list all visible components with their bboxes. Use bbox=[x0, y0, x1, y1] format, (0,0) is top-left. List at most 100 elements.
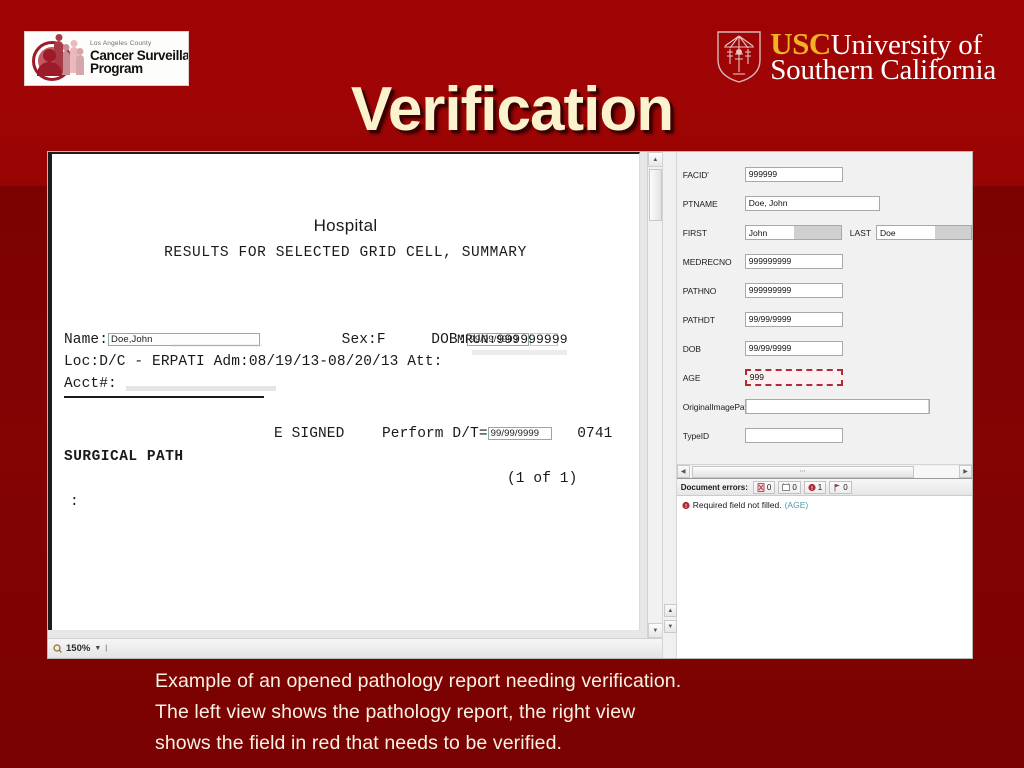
document-vertical-scrollbar[interactable]: ▲ ▼ bbox=[646, 152, 662, 638]
first-label: FIRST bbox=[682, 227, 707, 238]
form-row-dob: DOB 99/99/9999 bbox=[683, 334, 972, 363]
facid-input[interactable]: 999999 bbox=[744, 167, 843, 182]
form-row-first-last: FIRST John LAST Doe bbox=[683, 218, 972, 247]
flag-icon bbox=[834, 483, 841, 491]
index-form-pane: FACID' 999999 PTNAME Doe, John FIRST Joh… bbox=[676, 152, 972, 658]
svg-text:!: ! bbox=[685, 504, 687, 510]
document-viewer-pane: Hospital RESULTS FOR SELECTED GRID CELL,… bbox=[48, 152, 662, 658]
page-title: Verification bbox=[350, 75, 674, 144]
typeid-label: TypeID bbox=[682, 430, 710, 441]
counter-flag-count: 0 bbox=[843, 482, 848, 492]
report-name-label: Name: bbox=[64, 332, 109, 348]
caption-line-2: The left view shows the pathology report… bbox=[155, 701, 636, 723]
pane-splitter[interactable]: ▲ ▼ bbox=[661, 152, 677, 658]
csp-title-text: Cancer Surveillance bbox=[90, 47, 189, 63]
report-sex-label: Sex:F bbox=[341, 332, 386, 348]
first-input[interactable]: John bbox=[744, 225, 842, 240]
form-row-pathdt: PATHDT 99/99/9999 bbox=[683, 305, 972, 334]
counter-deleted-count: 0 bbox=[766, 482, 772, 492]
error-message: Required field not filled. bbox=[692, 500, 782, 510]
scroll-right-icon[interactable]: ▶ bbox=[959, 465, 972, 478]
original-image-path-label: OriginalImagePath bbox=[682, 401, 752, 412]
splitter-up-icon[interactable]: ▲ bbox=[663, 604, 677, 617]
pathdt-label: PATHDT bbox=[682, 314, 715, 325]
report-colon: : bbox=[70, 494, 79, 510]
scrollbar-thumb[interactable] bbox=[648, 169, 662, 221]
last-value: Doe bbox=[877, 226, 935, 239]
pathdt-input[interactable]: 99/99/9999 bbox=[744, 312, 843, 327]
form-row-medrecno: MEDRECNO 999999999 bbox=[683, 247, 972, 276]
csp-county-text: Los Angeles County bbox=[90, 40, 152, 48]
age-input[interactable]: 999 bbox=[744, 369, 843, 386]
form-row-facid: FACID' 999999 bbox=[683, 160, 972, 189]
medrecno-input[interactable]: 999999999 bbox=[744, 254, 843, 269]
report-results-heading: RESULTS FOR SELECTED GRID CELL, SUMMARY bbox=[164, 245, 527, 261]
original-image-path-value bbox=[746, 400, 928, 413]
form-row-ptname: PTNAME Doe, John bbox=[683, 189, 972, 218]
slide-caption: Example of an opened pathology report ne… bbox=[155, 666, 915, 759]
form-horizontal-scrollbar[interactable]: ◀ ⋯ ▶ bbox=[676, 464, 972, 478]
application-screenshot: Hospital RESULTS FOR SELECTED GRID CELL,… bbox=[48, 152, 972, 658]
report-mrun: MRUN:999999999 bbox=[457, 332, 568, 347]
last-input[interactable]: Doe bbox=[876, 225, 972, 240]
report-loc-line: Loc:D/C - ERPATI Adm:08/19/13-08/20/13 A… bbox=[64, 354, 443, 370]
deleted-record-icon bbox=[757, 482, 765, 492]
report-perform-time: 0741 bbox=[577, 426, 613, 442]
viewer-status-bar: 150% ▼ | bbox=[48, 638, 662, 658]
required-error-icon: ! bbox=[682, 501, 690, 510]
pathno-label: PATHNO bbox=[682, 285, 717, 296]
report-page-of: (1 of 1) bbox=[507, 471, 578, 487]
scroll-down-icon[interactable]: ▼ bbox=[647, 623, 662, 638]
required-error-icon: ! bbox=[808, 483, 816, 492]
acct-underline bbox=[64, 396, 264, 398]
zoom-level[interactable]: 150% bbox=[66, 643, 90, 654]
form-field-list: FACID' 999999 PTNAME Doe, John FIRST Joh… bbox=[676, 152, 972, 464]
first-value: John bbox=[745, 226, 794, 239]
scroll-left-icon[interactable]: ◀ bbox=[676, 465, 690, 478]
original-image-path-input[interactable] bbox=[744, 399, 930, 414]
counter-unrecognized-field[interactable]: 0 bbox=[778, 480, 801, 494]
age-label: AGE bbox=[682, 372, 701, 383]
form-row-age: AGE 999 bbox=[683, 363, 972, 392]
counter-required-error[interactable]: ! 1 bbox=[803, 480, 827, 494]
document-errors-header: Document errors: 0 0 ! 1 0 bbox=[676, 479, 972, 496]
dob-input[interactable]: 99/99/9999 bbox=[744, 341, 843, 356]
document-errors-list: ! Required field not filled. (AGE) bbox=[677, 496, 972, 514]
facid-label: FACID' bbox=[682, 169, 709, 180]
caption-line-3: shows the field in red that needs to be … bbox=[155, 732, 563, 754]
separator-icon: | bbox=[105, 645, 108, 652]
pathno-input[interactable]: 999999999 bbox=[744, 283, 843, 298]
scroll-up-icon[interactable]: ▲ bbox=[647, 152, 662, 167]
pathology-report-page: Hospital RESULTS FOR SELECTED GRID CELL,… bbox=[48, 152, 640, 630]
caption-line-1: Example of an opened pathology report ne… bbox=[155, 670, 682, 692]
document-canvas[interactable]: Hospital RESULTS FOR SELECTED GRID CELL,… bbox=[48, 152, 662, 638]
document-errors-label: Document errors: bbox=[680, 482, 748, 492]
report-esigned: E SIGNED bbox=[274, 426, 345, 442]
counter-deleted-record[interactable]: 0 bbox=[752, 480, 776, 494]
typeid-input[interactable] bbox=[744, 428, 843, 443]
last-label: LAST bbox=[849, 227, 871, 238]
hscroll-thumb[interactable]: ⋯ bbox=[691, 465, 914, 478]
unrecognized-field-icon bbox=[782, 482, 791, 491]
counter-required-count: 1 bbox=[817, 482, 823, 492]
ptname-input[interactable]: Doe, John bbox=[744, 196, 880, 211]
report-acct-line: Acct#: bbox=[64, 376, 117, 392]
report-perform-row: Perform D/T= 99/99/9999 0741 bbox=[382, 426, 612, 442]
report-surgical-path: SURGICAL PATH bbox=[64, 449, 184, 465]
error-list-item[interactable]: ! Required field not filled. (AGE) bbox=[682, 500, 967, 510]
error-field-reference: (AGE) bbox=[784, 500, 809, 510]
form-row-pathno: PATHNO 999999999 bbox=[683, 276, 972, 305]
svg-text:!: ! bbox=[811, 486, 813, 492]
report-perform-field[interactable]: 99/99/9999 bbox=[487, 426, 552, 440]
ptname-label: PTNAME bbox=[682, 198, 718, 209]
counter-flag[interactable]: 0 bbox=[829, 480, 852, 494]
form-row-typeid: TypeID bbox=[683, 421, 972, 450]
chevron-down-icon[interactable]: ▼ bbox=[94, 645, 101, 652]
counter-unrecognized-count: 0 bbox=[792, 482, 797, 492]
dob-label: DOB bbox=[682, 343, 701, 354]
magnifier-icon bbox=[53, 644, 62, 653]
splitter-down-icon[interactable]: ▼ bbox=[663, 620, 677, 633]
report-perform-label: Perform D/T= bbox=[382, 426, 488, 442]
hscroll-track[interactable]: ⋯ bbox=[689, 465, 959, 478]
form-row-original-image-path: OriginalImagePath bbox=[683, 392, 972, 421]
